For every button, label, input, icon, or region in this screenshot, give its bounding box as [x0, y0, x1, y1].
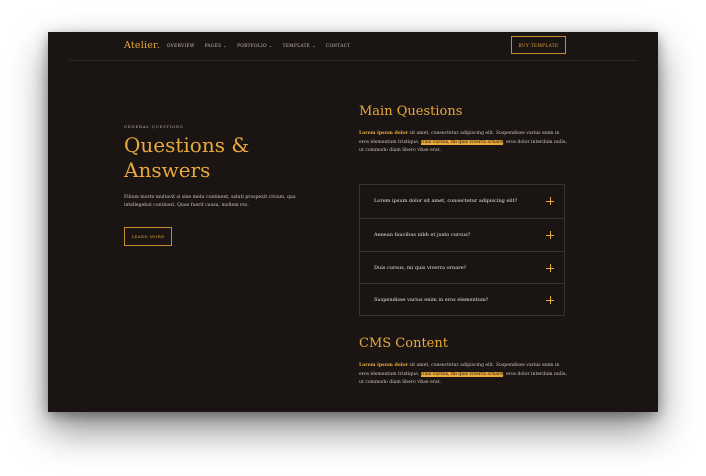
main-questions-title: Main Questions — [359, 104, 463, 119]
page-title-line-2: Answers — [124, 158, 211, 182]
faq-question: Suspendisse varius enim in eros elementu… — [374, 297, 489, 303]
faq-accordion: Lorem ipsum dolor sit amet, consectetur … — [359, 184, 565, 316]
cms-content-highlight: Duis cursus, mi quis viverra ornare — [420, 371, 504, 377]
page-window: Atelier. OVERVIEW PAGES ⌄ PORTFOLIO ⌄ TE… — [48, 32, 658, 412]
faq-item[interactable]: Lorem ipsum dolor sit amet, consectetur … — [360, 185, 564, 218]
faq-item[interactable]: Duis cursus, mi quis viverra ornare? — [360, 251, 564, 284]
navbar: Atelier. OVERVIEW PAGES ⌄ PORTFOLIO ⌄ TE… — [48, 32, 658, 60]
logo[interactable]: Atelier. — [124, 40, 160, 51]
plus-icon[interactable] — [546, 231, 554, 239]
cms-content-paragraph: Lorem ipsum dolor sit amet, consectetur … — [359, 362, 569, 388]
nav-item-overview[interactable]: OVERVIEW — [167, 43, 195, 48]
section-eyebrow: GENERAL QUESTIONS — [124, 124, 184, 129]
nav-item-portfolio[interactable]: PORTFOLIO ⌄ — [237, 43, 273, 48]
faq-item[interactable]: Suspendisse varius enim in eros elementu… — [360, 283, 564, 316]
faq-item[interactable]: Aenean faucibus nibh et justo cursus? — [360, 218, 564, 251]
main-questions-highlight: Duis cursus, mi quis viverra ornare — [420, 139, 504, 145]
nav-menu: OVERVIEW PAGES ⌄ PORTFOLIO ⌄ TEMPLATE ⌄ … — [167, 43, 351, 48]
faq-question: Lorem ipsum dolor sit amet, consectetur … — [374, 198, 518, 204]
nav-divider — [68, 60, 638, 61]
cms-content-bold: Lorem ipsum dolor — [359, 363, 408, 368]
hero-description: Filium morte multavit si sine metu conti… — [124, 195, 296, 208]
buy-template-button[interactable]: BUY TEMPLATE — [511, 36, 566, 54]
plus-icon[interactable] — [546, 296, 554, 304]
cms-content-title: CMS Content — [359, 336, 448, 351]
faq-question: Duis cursus, mi quis viverra ornare? — [374, 265, 467, 271]
main-questions-paragraph: Lorem ipsum dolor sit amet, consectetur … — [359, 130, 569, 156]
nav-item-template[interactable]: TEMPLATE ⌄ — [283, 43, 316, 48]
learn-more-button[interactable]: LEARN MORE — [124, 227, 172, 246]
nav-item-pages[interactable]: PAGES ⌄ — [205, 43, 227, 48]
plus-icon[interactable] — [546, 197, 554, 205]
page-title: Questions & Answers — [124, 133, 324, 183]
page-title-line-1: Questions & — [124, 133, 250, 157]
main-questions-bold: Lorem ipsum dolor — [359, 131, 408, 136]
faq-question: Aenean faucibus nibh et justo cursus? — [374, 232, 471, 238]
plus-icon[interactable] — [546, 264, 554, 272]
nav-item-contact[interactable]: CONTACT — [326, 43, 351, 48]
